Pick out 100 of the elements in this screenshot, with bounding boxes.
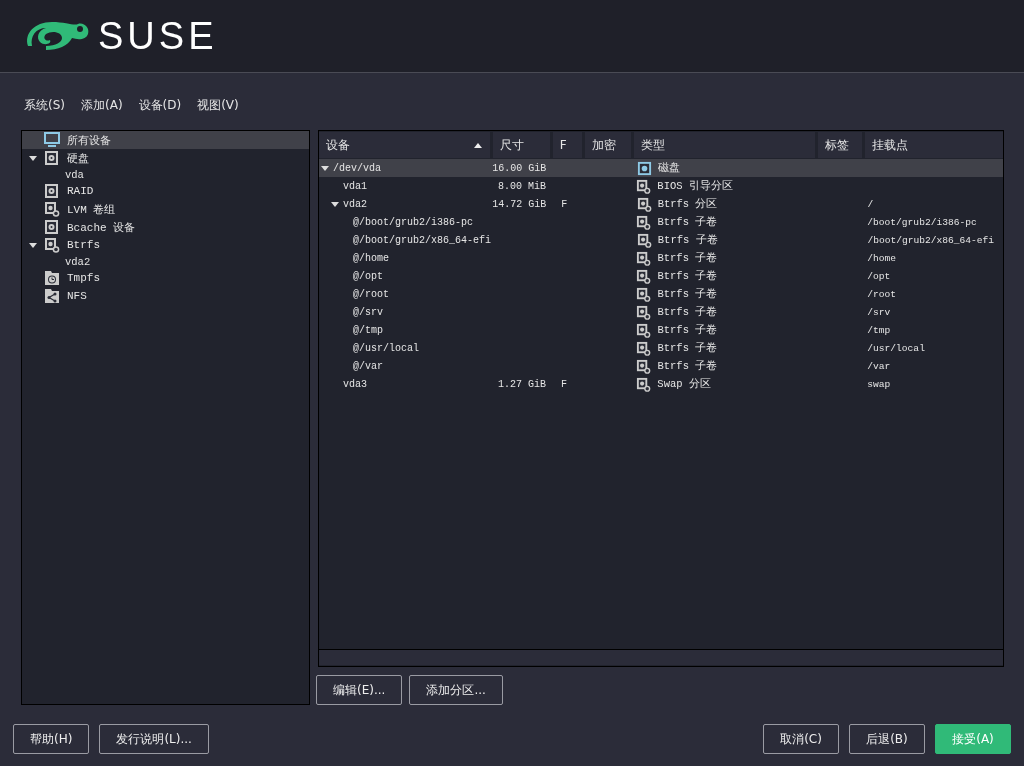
- table-cell: 1.27 GiB: [498, 378, 546, 390]
- horizontal-scrollbar[interactable]: [319, 649, 1003, 665]
- table-cell: @/tmp: [353, 324, 383, 336]
- clock-folder-icon: [44, 270, 60, 286]
- table-cell: Btrfs 子卷: [657, 287, 718, 301]
- tree-item[interactable]: 硬盘: [22, 149, 309, 167]
- table-cell: vda2: [343, 198, 367, 210]
- table-cell: Btrfs 子卷: [657, 359, 718, 373]
- column-header[interactable]: 尺寸: [493, 132, 550, 158]
- tree-item[interactable]: vda: [22, 167, 309, 182]
- disk-stack-icon: [636, 358, 652, 374]
- column-header[interactable]: 挂载点: [865, 132, 1003, 158]
- table-cell: 14.72 GiB: [492, 198, 547, 210]
- table-cell: @/home: [353, 252, 389, 264]
- monitor-icon: [44, 132, 60, 148]
- disk-icon: [636, 160, 652, 176]
- table-cell: @/boot/grub2/x86_64-efi: [353, 234, 492, 246]
- column-header[interactable]: 标签: [817, 132, 863, 158]
- table-cell: /boot/grub2/x86_64-efi: [867, 234, 995, 246]
- footer-button[interactable]: 帮助(H): [13, 724, 90, 754]
- table-cell: Btrfs 子卷: [657, 233, 718, 247]
- table-cell: /root: [867, 288, 897, 300]
- tree-item-label: RAID: [67, 185, 94, 197]
- disk-stack-icon: [636, 250, 652, 266]
- table-row[interactable]: vda1 8.00 MiB BIOS 引导分区: [319, 177, 1003, 195]
- table-row[interactable]: @/boot/grub2/x86_64-efi Btrfs 子卷 /boot/grub2/x86_64-efi: [319, 231, 1003, 249]
- table-cell: F: [561, 198, 568, 210]
- tree-item[interactable]: 所有设备: [22, 131, 309, 149]
- table-row[interactable]: vda2 14.72 GiB F Btrfs 分区 /: [319, 195, 1003, 213]
- table-action-button[interactable]: 添加分区...: [409, 675, 503, 705]
- table-row[interactable]: @/opt Btrfs 子卷 /opt: [319, 267, 1003, 285]
- disk-stack-icon: [636, 376, 652, 392]
- table-row[interactable]: @/tmp Btrfs 子卷 /tmp: [319, 321, 1003, 339]
- tree-item[interactable]: LVM 卷组: [22, 200, 309, 218]
- table-cell: /usr/local: [867, 342, 925, 354]
- column-header[interactable]: 类型: [634, 132, 815, 158]
- footer-button[interactable]: 发行说明(L)...: [99, 724, 209, 754]
- table-cell: @/opt: [353, 270, 383, 282]
- disk-stack-icon: [636, 232, 652, 248]
- table-cell: 16.00 GiB: [492, 162, 547, 174]
- table-row[interactable]: @/boot/grub2/i386-pc Btrfs 子卷 /boot/grub2/i386-pc: [319, 213, 1003, 231]
- disk-stack-icon: [636, 304, 652, 320]
- expander-icon[interactable]: [331, 200, 339, 208]
- column-header[interactable]: 加密: [584, 132, 632, 158]
- table-cell: @/var: [353, 360, 383, 372]
- table-cell: @/boot/grub2/i386-pc: [353, 216, 474, 228]
- table-cell: Btrfs 子卷: [657, 323, 718, 337]
- table-cell: @/srv: [353, 306, 383, 318]
- footer-button[interactable]: 取消(C): [763, 724, 839, 754]
- disk-stack-icon: [44, 201, 60, 217]
- tree-item[interactable]: RAID: [22, 182, 309, 200]
- tree-item[interactable]: vda2: [22, 254, 309, 269]
- tree-item-label: NFS: [67, 290, 87, 302]
- table-cell: swap: [867, 378, 891, 390]
- table-cell: /var: [867, 360, 891, 372]
- table-cell: Btrfs 子卷: [657, 341, 718, 355]
- footer-button[interactable]: 后退(B): [849, 724, 925, 754]
- disk-stack-icon: [44, 237, 60, 253]
- expander-icon[interactable]: [29, 154, 37, 162]
- table-cell: /home: [867, 252, 897, 264]
- table-action-button[interactable]: 编辑(E)...: [316, 675, 403, 705]
- disk-stack-icon: [636, 268, 652, 284]
- column-header[interactable]: 设备: [319, 132, 491, 158]
- table-cell: Swap 分区: [657, 377, 711, 391]
- tree-item-label: 硬盘: [67, 151, 89, 166]
- tree-item[interactable]: NFS: [22, 287, 309, 305]
- tree-item[interactable]: Btrfs: [22, 236, 309, 254]
- tree-item-label: Tmpfs: [67, 272, 100, 284]
- table-cell: Btrfs 子卷: [657, 215, 718, 229]
- table-row[interactable]: /dev/vda 16.00 GiB 磁盘: [319, 159, 1003, 177]
- disk-stack-icon: [636, 286, 652, 302]
- logo-text: SUSE: [98, 14, 218, 58]
- table-cell: Btrfs 分区: [657, 197, 718, 211]
- table-row[interactable]: @/srv Btrfs 子卷 /srv: [319, 303, 1003, 321]
- disk-stack-icon: [636, 178, 652, 194]
- table-cell: 磁盘: [657, 161, 680, 175]
- table-cell: /tmp: [867, 324, 891, 336]
- table-row[interactable]: @/usr/local Btrfs 子卷 /usr/local: [319, 339, 1003, 357]
- table-row[interactable]: @/root Btrfs 子卷 /root: [319, 285, 1003, 303]
- tree-item-label: LVM 卷组: [67, 202, 116, 217]
- table-cell: Btrfs 子卷: [657, 269, 718, 283]
- table-cell: BIOS 引导分区: [657, 179, 733, 193]
- table-cell: /: [867, 198, 874, 210]
- table-row[interactable]: @/var Btrfs 子卷 /var: [319, 357, 1003, 375]
- table-cell: 8.00 MiB: [498, 180, 546, 192]
- disk-stack-icon: [636, 214, 652, 230]
- tree-item[interactable]: Bcache 设备: [22, 218, 309, 236]
- tree-item[interactable]: Tmpfs: [22, 269, 309, 287]
- table-cell: F: [561, 378, 567, 390]
- expander-icon[interactable]: [321, 164, 329, 172]
- table-cell: vda1: [343, 180, 367, 192]
- column-header[interactable]: F: [552, 132, 582, 158]
- expander-icon[interactable]: [29, 241, 37, 249]
- share-folder-icon: [44, 288, 60, 304]
- table-cell: /opt: [867, 270, 891, 282]
- table-row[interactable]: @/home Btrfs 子卷 /home: [319, 249, 1003, 267]
- table-cell: /srv: [867, 306, 891, 318]
- table-cell: /boot/grub2/i386-pc: [867, 216, 977, 228]
- disk-stack-icon: [636, 340, 652, 356]
- table-row[interactable]: vda3 1.27 GiB F Swap 分区 swap: [319, 375, 1003, 393]
